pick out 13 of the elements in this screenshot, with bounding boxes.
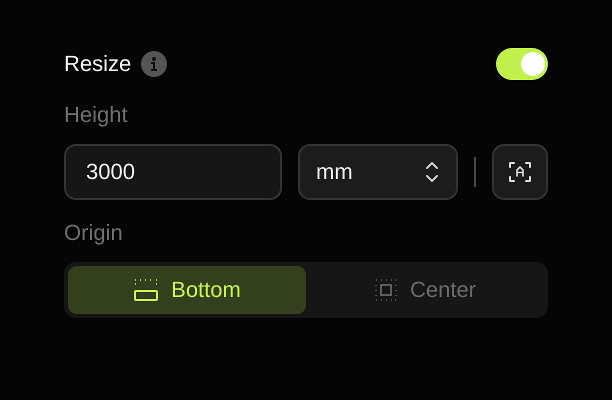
chevron-updown-icon (424, 160, 440, 184)
field-label: Height (64, 102, 129, 128)
align-bottom-icon (133, 278, 160, 302)
section-title: Resize (64, 51, 132, 77)
height-input[interactable]: 3000 (64, 144, 282, 200)
unit-select[interactable]: mm (298, 144, 458, 200)
scan-icon (508, 160, 532, 184)
resize-toggle[interactable] (496, 48, 548, 80)
align-center-icon (374, 278, 398, 302)
auto-button[interactable] (492, 144, 548, 200)
field-label: Origin (64, 220, 124, 246)
origin-option[interactable]: Bottom (68, 266, 306, 314)
info-icon (141, 51, 168, 77)
